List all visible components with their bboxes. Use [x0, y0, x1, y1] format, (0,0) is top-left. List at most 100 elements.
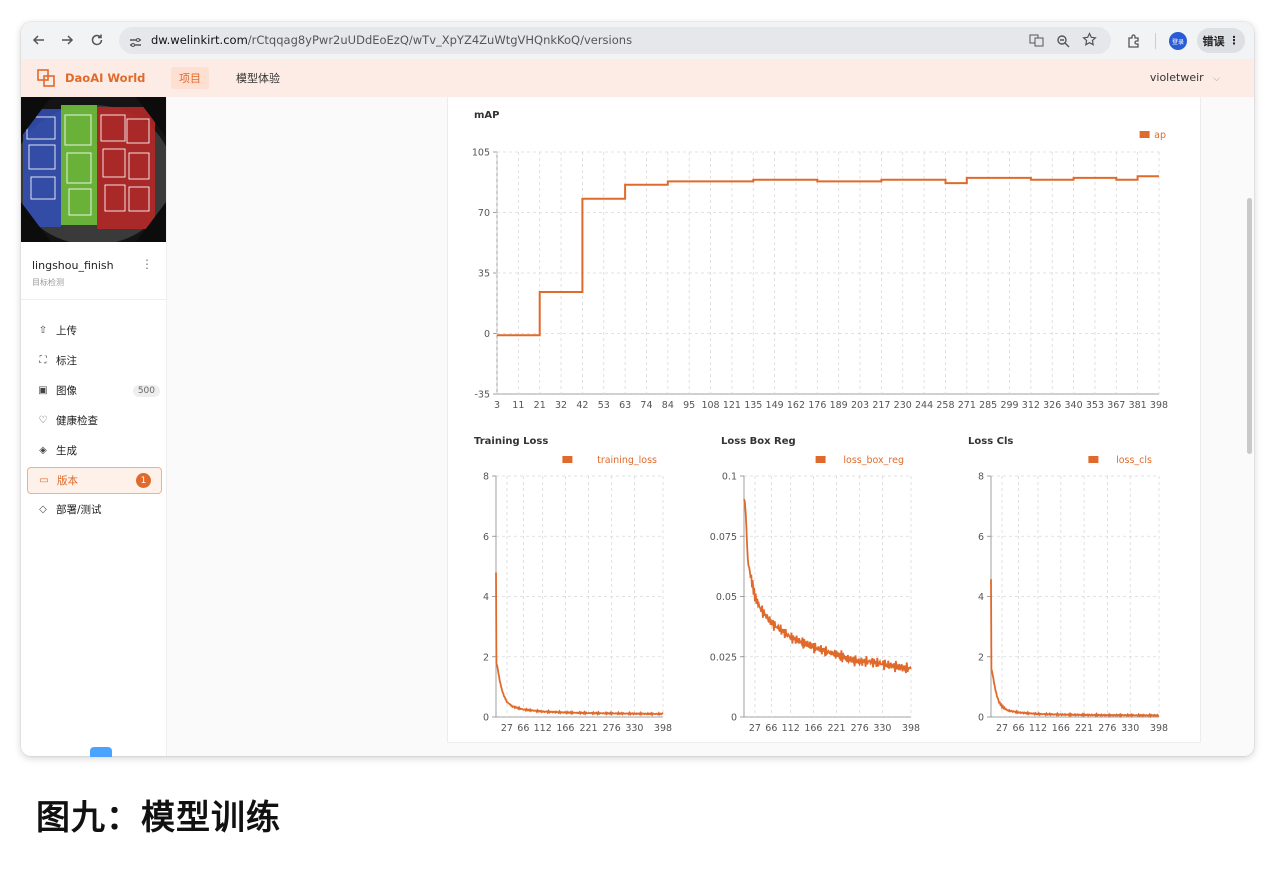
legend-swatch: [1139, 131, 1150, 138]
series-line-loss_cls: [990, 579, 1160, 719]
chart-title: mAP: [474, 110, 500, 121]
x-tick-label: 149: [766, 400, 784, 411]
y-tick-label: 2: [978, 652, 984, 663]
x-tick-label: 42: [576, 400, 588, 411]
x-tick-label: 276: [1098, 723, 1116, 734]
y-tick-label: -35: [474, 390, 490, 401]
chart-title: Loss Cls: [968, 436, 1013, 447]
y-tick-label: 105: [472, 148, 490, 159]
x-tick-label: 340: [1065, 400, 1083, 411]
image-count-badge: 500: [132, 384, 160, 397]
x-tick-label: 312: [1022, 400, 1040, 411]
x-tick-label: 121: [723, 400, 741, 411]
tab-model-experience[interactable]: 模型体验: [228, 67, 288, 89]
translate-icon[interactable]: [1029, 33, 1044, 52]
series-line-training_loss: [495, 572, 664, 717]
chart-title: Loss Box Reg: [721, 436, 796, 447]
project-name: lingshou_finish: [32, 259, 114, 272]
back-icon[interactable]: [27, 28, 51, 52]
x-tick-label: 230: [894, 400, 912, 411]
url-domain: dw.welinkirt.com: [151, 33, 248, 47]
y-tick-label: 6: [483, 532, 489, 543]
scrollbar[interactable]: [1247, 198, 1252, 454]
x-tick-label: 166: [804, 723, 822, 734]
version-icon: ▭: [39, 475, 49, 486]
project-more-icon[interactable]: ⋮: [141, 257, 153, 271]
forward-icon[interactable]: [55, 28, 79, 52]
y-tick-label: 0.05: [716, 592, 737, 603]
y-tick-label: 0.075: [710, 532, 737, 543]
sidebar-item-deploy[interactable]: ◇ 部署/测试: [27, 497, 160, 522]
x-tick-label: 330: [1121, 723, 1139, 734]
x-tick-label: 326: [1043, 400, 1061, 411]
x-tick-label: 381: [1129, 400, 1147, 411]
legend-label: training_loss: [597, 455, 657, 466]
sidebar-item-label: 生成: [56, 445, 77, 457]
y-tick-label: 8: [978, 472, 984, 483]
legend-swatch: [1088, 456, 1099, 463]
sidebar-item-health-check[interactable]: ♡ 健康检查: [27, 408, 160, 433]
x-tick-label: 63: [619, 400, 631, 411]
x-tick-label: 398: [654, 723, 672, 734]
browser-toolbar: dw.welinkirt.com/rCtqqag8yPwr2uUDdEoEzQ/…: [21, 22, 1254, 59]
address-bar[interactable]: dw.welinkirt.com/rCtqqag8yPwr2uUDdEoEzQ/…: [119, 27, 1111, 54]
x-tick-label: 27: [749, 723, 761, 734]
y-tick-label: 70: [478, 208, 490, 219]
x-tick-label: 135: [744, 400, 762, 411]
sidebar-item-versions[interactable]: ▭ 版本 1: [27, 467, 162, 494]
x-tick-label: 299: [1000, 400, 1018, 411]
x-tick-label: 276: [603, 723, 621, 734]
y-tick-label: 8: [483, 472, 489, 483]
series-line-ap: [497, 175, 1159, 337]
generate-icon: ◈: [39, 445, 47, 456]
legend-label: loss_box_reg: [843, 455, 904, 466]
tab-projects[interactable]: 项目: [171, 67, 209, 89]
y-tick-label: 4: [978, 592, 984, 603]
zoom-icon[interactable]: [1056, 33, 1070, 52]
x-tick-label: 27: [996, 723, 1008, 734]
deploy-icon: ◇: [39, 504, 47, 515]
logo-icon[interactable]: [37, 69, 55, 87]
project-thumbnail[interactable]: [21, 97, 166, 242]
series-line-loss_box_reg: [743, 498, 912, 674]
bookmark-star-icon[interactable]: [1082, 32, 1097, 51]
x-tick-label: 11: [512, 400, 524, 411]
x-tick-label: 353: [1086, 400, 1104, 411]
main-content: mAP ap -35 0 35 70 105 3 11 21 32 42 53 63 74 84 95 108 12…: [167, 97, 1254, 756]
sidebar-item-label: 部署/测试: [56, 504, 102, 516]
user-menu[interactable]: violetweir ⌵: [1150, 71, 1220, 84]
error-button[interactable]: 错误 ⋮: [1197, 28, 1245, 53]
sidebar-item-label: 图像: [56, 385, 77, 397]
x-tick-label: 203: [851, 400, 869, 411]
y-tick-label: 0.025: [710, 652, 737, 663]
x-tick-label: 112: [1029, 723, 1047, 734]
image-icon: ▣: [38, 385, 48, 396]
url-path: /rCtqqag8yPwr2uUDdEoEzQ/wTv_XpYZ4ZuWtgVH…: [247, 33, 633, 47]
extensions-icon[interactable]: [1121, 29, 1145, 53]
x-tick-label: 66: [765, 723, 777, 734]
site-settings-icon[interactable]: [129, 34, 142, 53]
x-tick-label: 112: [782, 723, 800, 734]
x-tick-label: 27: [501, 723, 513, 734]
x-tick-label: 398: [1150, 400, 1168, 411]
brand-name[interactable]: DaoAI World: [65, 71, 145, 85]
profile-avatar[interactable]: 登录: [1169, 32, 1187, 50]
sidebar-item-images[interactable]: ▣ 图像 500: [27, 378, 160, 403]
sidebar-item-generate[interactable]: ◈ 生成: [27, 438, 160, 463]
reload-icon[interactable]: [85, 28, 109, 52]
project-type: 目标检测: [32, 278, 64, 287]
y-tick-label: 2: [483, 652, 489, 663]
x-tick-label: 271: [958, 400, 976, 411]
x-tick-label: 95: [683, 400, 695, 411]
annotate-icon: ⛶: [39, 355, 47, 366]
chart-title: Training Loss: [474, 436, 548, 447]
x-tick-label: 217: [872, 400, 890, 411]
x-tick-label: 221: [579, 723, 597, 734]
sidebar-item-annotate[interactable]: ⛶ 标注: [27, 348, 160, 373]
url-text: dw.welinkirt.com/rCtqqag8yPwr2uUDdEoEzQ/…: [151, 33, 632, 47]
username: violetweir: [1149, 71, 1204, 84]
training-metrics-card: mAP ap -35 0 35 70 105 3 11 21 32 42 53 63 74 84 95 108 12…: [447, 97, 1201, 743]
sidebar-item-upload[interactable]: ⇧ 上传: [27, 318, 160, 343]
x-tick-label: 221: [827, 723, 845, 734]
floating-widget[interactable]: [90, 747, 112, 757]
